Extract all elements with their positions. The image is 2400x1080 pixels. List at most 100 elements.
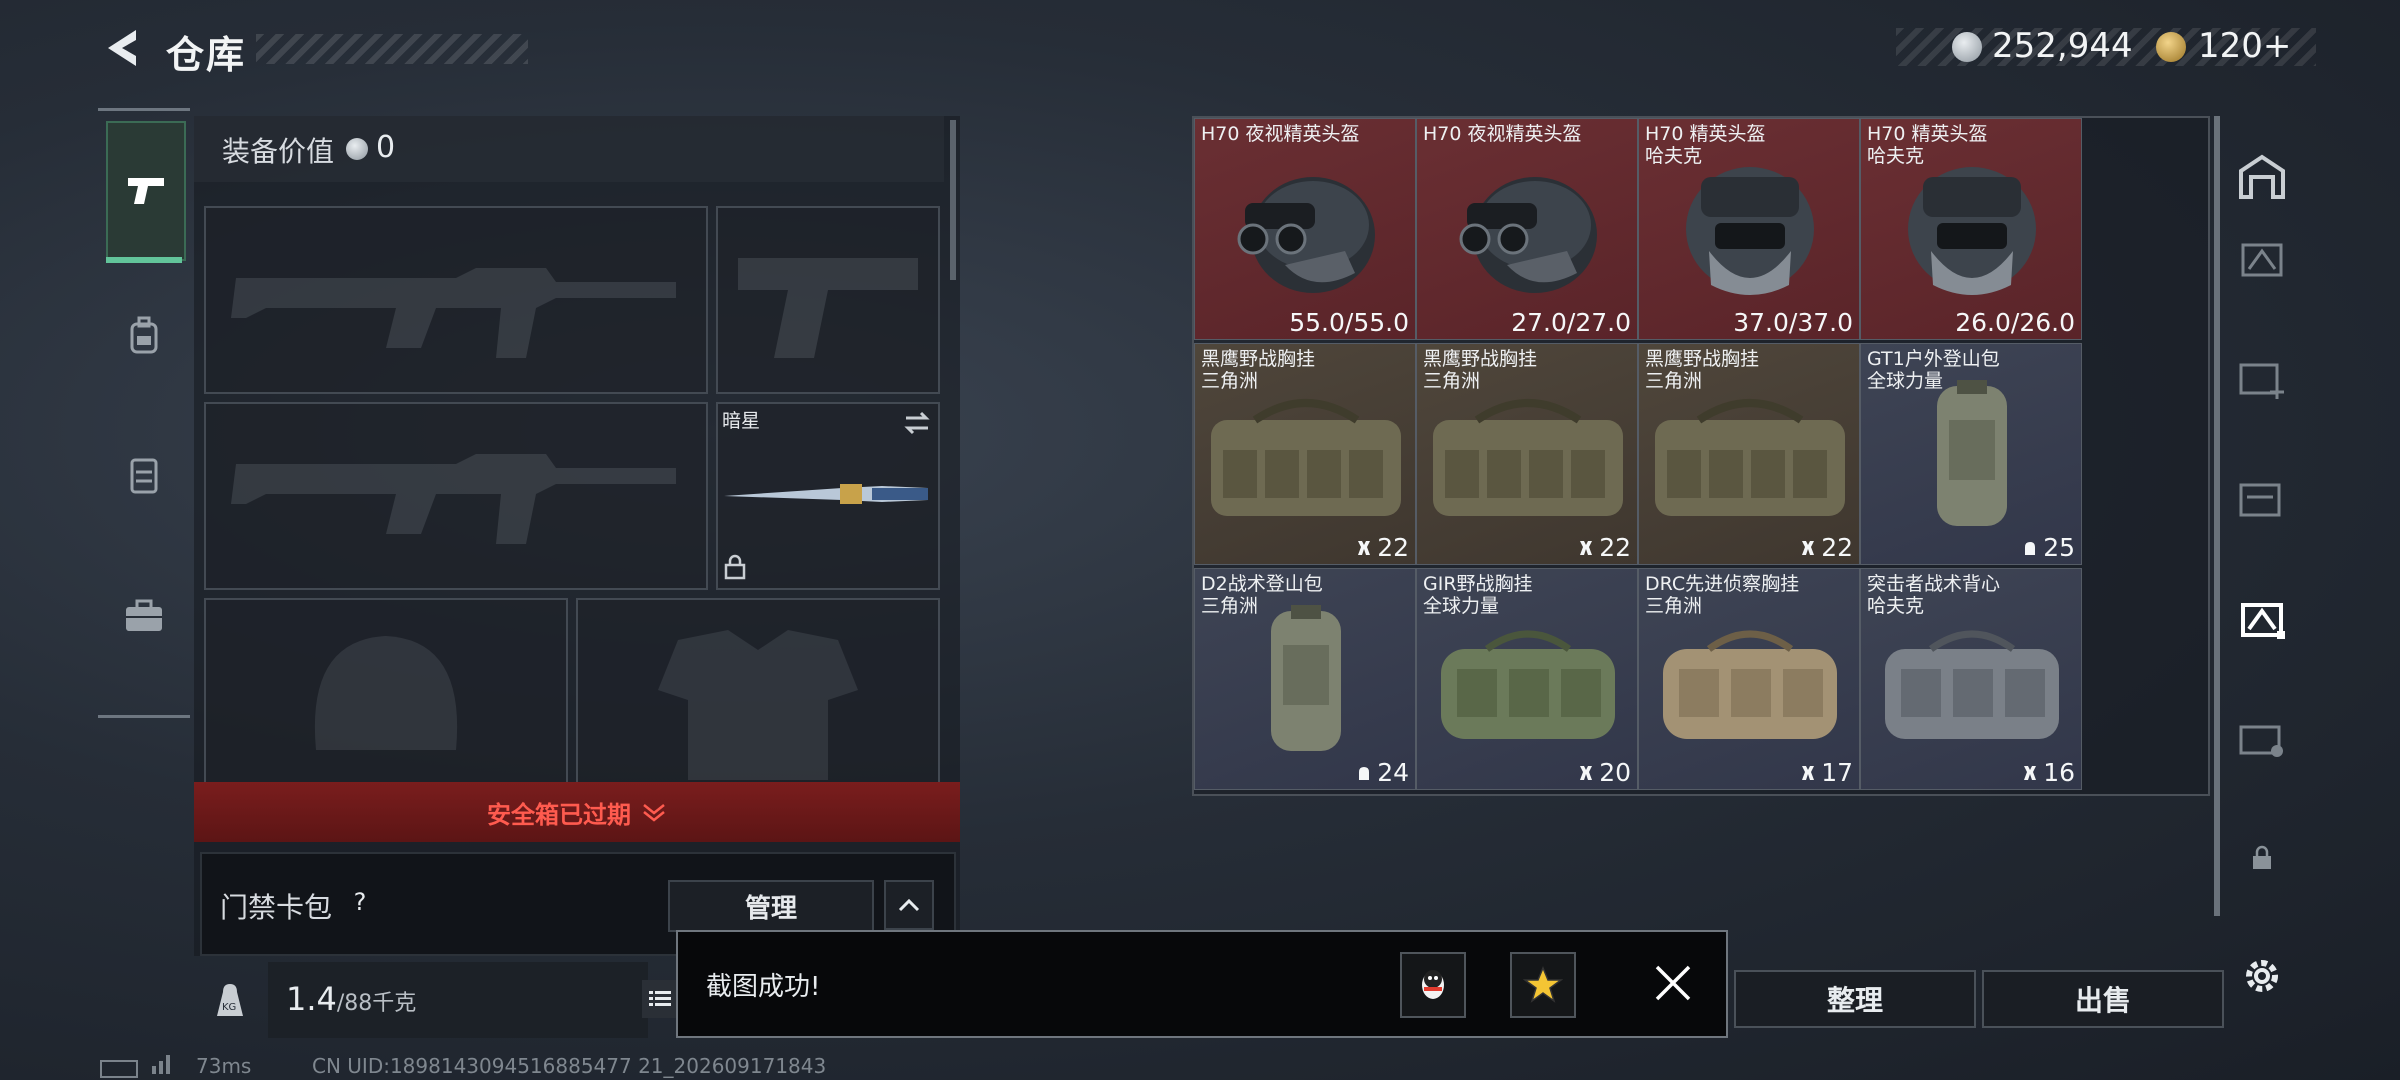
storage-folder-icon <box>2239 483 2281 517</box>
melee-weapon-name: 暗星 <box>722 410 761 432</box>
rig-capacity-icon <box>1580 540 1593 555</box>
item-durability: 27.0/27.0 <box>1511 308 1631 337</box>
warehouse-tab-gt1[interactable] <box>2234 710 2290 766</box>
inventory-item-pack[interactable]: D2战术登山包 三角洲 24 <box>1194 568 1416 790</box>
inventory-item-helmet[interactable]: H70 精英头盔 哈夫克 26.0/26.0 <box>1860 118 2082 340</box>
collapse-button[interactable] <box>884 880 934 930</box>
storage-grid-active-icon <box>2241 603 2285 639</box>
rail-tab-weapons[interactable] <box>106 121 186 261</box>
active-tab-indicator <box>106 257 182 263</box>
rail-tab-chest-rig[interactable] <box>106 411 182 541</box>
gear-icon <box>2246 960 2278 992</box>
settings-button[interactable] <box>2236 950 2288 1002</box>
inventory-item-pack[interactable]: GT1户外登山包 全球力量 25 <box>1860 343 2082 565</box>
item-capacity-value: 24 <box>1377 758 1409 787</box>
chest-rig-icon <box>130 458 158 494</box>
gt1-storage-icon <box>2239 725 2283 757</box>
pistol-silhouette-icon <box>738 258 918 358</box>
inventory-item-rig-grey[interactable]: 突击者战术背心 哈夫克 16 <box>1860 568 2082 790</box>
item-capacity: 22 <box>1355 533 1409 562</box>
item-capacity: 24 <box>1355 758 1409 787</box>
safe-box-status: 安全箱已过期 <box>487 800 631 829</box>
share-qzone-button[interactable] <box>1510 952 1576 1018</box>
item-capacity-value: 25 <box>2043 533 2075 562</box>
primary-weapon-slot-2[interactable] <box>204 402 708 590</box>
toast-close-button[interactable] <box>1648 958 1698 1008</box>
item-capacity-value: 16 <box>2043 758 2075 787</box>
chevron-up-icon <box>898 898 920 912</box>
rail-tab-case[interactable] <box>106 551 182 681</box>
item-capacity: 16 <box>2021 758 2075 787</box>
carry-weight-current: 1.4 <box>286 980 337 1018</box>
knife-icon <box>724 484 928 504</box>
item-capacity: 22 <box>1577 533 1631 562</box>
warehouse-tab-2[interactable] <box>2234 350 2290 406</box>
item-image-helmet-nv <box>1237 177 1375 293</box>
item-capacity-value: 17 <box>1821 758 1853 787</box>
inventory-scrollbar[interactable] <box>2214 116 2220 916</box>
list-view-button[interactable] <box>642 980 678 1018</box>
help-icon[interactable]: ? <box>344 886 376 918</box>
item-faction: 三角洲 <box>1201 595 1259 617</box>
inventory-item-helmet[interactable]: H70 精英头盔 哈夫克 37.0/37.0 <box>1638 118 1860 340</box>
inventory-item-rig-tan[interactable]: DRC先进侦察胸挂 三角洲 17 <box>1638 568 1860 790</box>
warehouse-tab-all[interactable] <box>2234 148 2290 204</box>
list-icon <box>649 991 671 1006</box>
gold-currency-amount[interactable]: 120+ <box>2198 26 2291 66</box>
equipment-scrollbar[interactable] <box>950 120 956 280</box>
inventory-item-rig[interactable]: 黑鹰野战胸挂 三角洲 22 <box>1194 343 1416 565</box>
warehouse-icon <box>2239 154 2285 199</box>
item-image-rig-green <box>1441 630 1615 739</box>
sell-button[interactable]: 出售 <box>1982 970 2224 1028</box>
helmet-slot[interactable] <box>204 598 568 792</box>
item-faction: 哈夫克 <box>1867 145 1925 167</box>
qq-penguin-icon <box>1422 970 1444 999</box>
rail-tab-backpack[interactable] <box>106 271 182 401</box>
item-capacity-value: 22 <box>1599 533 1631 562</box>
inventory-item-rig[interactable]: 黑鹰野战胸挂 三角洲 22 <box>1416 343 1638 565</box>
rifle-silhouette-icon <box>231 268 676 358</box>
inventory-item-rig-green[interactable]: GIR野战胸挂 全球力量 20 <box>1416 568 1638 790</box>
sidearm-slot[interactable] <box>716 206 940 394</box>
body-armor-slot[interactable] <box>576 598 940 792</box>
backpack-capacity-icon <box>2025 541 2036 555</box>
item-faction: 哈夫克 <box>1645 145 1703 167</box>
back-arrow-icon <box>108 30 136 66</box>
item-name: D2战术登山包 <box>1201 573 1323 595</box>
item-faction: 全球力量 <box>1423 595 1500 617</box>
sort-button[interactable]: 整理 <box>1734 970 1976 1028</box>
svg-text:KG: KG <box>222 1002 236 1013</box>
item-durability: 26.0/26.0 <box>1955 308 2075 337</box>
close-icon <box>1655 965 1691 1001</box>
back-button[interactable] <box>96 22 148 74</box>
primary-weapon-slot-1[interactable] <box>204 206 708 394</box>
warehouse-tab-locked[interactable] <box>2234 830 2290 886</box>
rig-capacity-icon <box>1358 540 1371 555</box>
inventory-item-rig[interactable]: 黑鹰野战胸挂 三角洲 22 <box>1638 343 1860 565</box>
item-name: 黑鹰野战胸挂 <box>1201 348 1316 370</box>
safe-box-expired-banner[interactable]: 安全箱已过期 <box>194 782 960 842</box>
warehouse-tab-3[interactable] <box>2234 470 2290 526</box>
item-name: H70 夜视精英头盔 <box>1201 123 1360 145</box>
item-faction: 三角洲 <box>1645 595 1703 617</box>
item-name: H70 夜视精英头盔 <box>1423 123 1582 145</box>
weight-kg-icon: KG <box>208 978 252 1022</box>
backpack-icon <box>130 316 158 354</box>
warehouse-tab-1[interactable] <box>2234 230 2290 286</box>
player-uid: CN UID:1898143094516885477 21_2026091718… <box>312 1054 827 1078</box>
signal-icon <box>152 1055 170 1074</box>
item-capacity-value: 22 <box>1821 533 1853 562</box>
share-qq-button[interactable] <box>1400 952 1466 1018</box>
backpack-capacity-icon <box>1359 766 1370 780</box>
item-image-rig <box>1655 399 1845 516</box>
manage-button[interactable]: 管理 <box>668 880 874 932</box>
equipment-category-rail <box>98 108 190 718</box>
warehouse-tab-4-active[interactable] <box>2234 590 2290 646</box>
swap-icon[interactable] <box>902 410 932 436</box>
star-icon <box>1523 966 1563 1003</box>
chevron-down-icon <box>643 804 665 822</box>
inventory-item-helmet-nv[interactable]: H70 夜视精英头盔 55.0/55.0 <box>1194 118 1416 340</box>
rig-capacity-icon <box>1802 765 1815 780</box>
storage-add-icon <box>2239 363 2284 399</box>
inventory-item-helmet-nv[interactable]: H70 夜视精英头盔 27.0/27.0 <box>1416 118 1638 340</box>
